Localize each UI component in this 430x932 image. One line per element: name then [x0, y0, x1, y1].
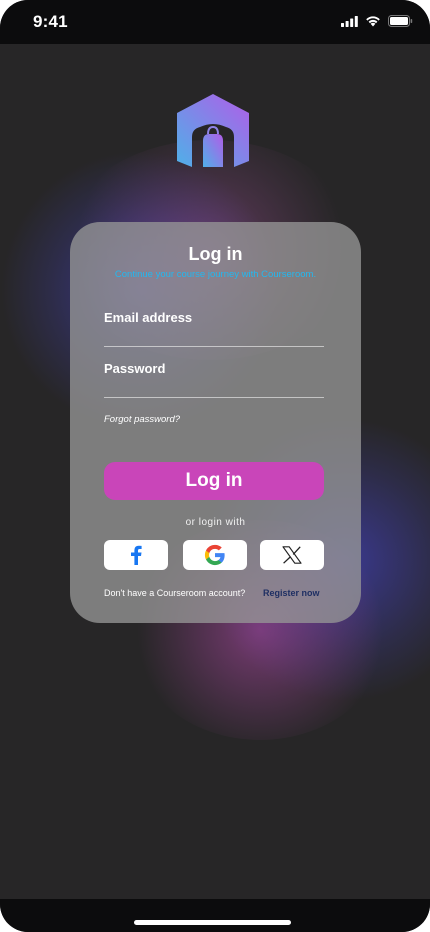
google-login-button[interactable] — [183, 540, 247, 570]
facebook-login-button[interactable] — [104, 540, 168, 570]
signal-icon — [341, 15, 358, 27]
app-screen: 9:41 Log in Continue your course journey… — [0, 0, 430, 932]
login-button[interactable]: Log in — [104, 462, 324, 500]
register-now-link[interactable]: Register now — [263, 588, 320, 598]
battery-icon — [388, 15, 413, 27]
password-underline — [104, 397, 324, 398]
home-indicator[interactable] — [134, 920, 291, 925]
bottom-bar — [0, 899, 430, 932]
forgot-password-link[interactable]: Forgot password? — [104, 414, 180, 425]
facebook-icon — [131, 545, 142, 565]
login-title: Log in — [188, 244, 243, 264]
or-login-with-text: or login with — [185, 517, 246, 528]
x-icon — [282, 546, 302, 564]
wifi-icon — [366, 16, 380, 27]
status-icons — [341, 15, 413, 27]
courseroom-logo-icon — [177, 94, 249, 167]
password-input[interactable] — [104, 361, 324, 376]
x-login-button[interactable] — [260, 540, 324, 570]
login-card: Log in Continue your course journey with… — [70, 222, 361, 623]
google-icon — [204, 544, 225, 566]
login-subtitle: Continue your course journey with Course… — [114, 269, 317, 280]
no-account-text: Don't have a Courseroom account? — [104, 588, 246, 598]
email-input[interactable] — [104, 310, 324, 325]
email-underline — [104, 346, 324, 347]
status-bar: 9:41 — [0, 0, 430, 44]
status-time: 9:41 — [33, 12, 68, 31]
